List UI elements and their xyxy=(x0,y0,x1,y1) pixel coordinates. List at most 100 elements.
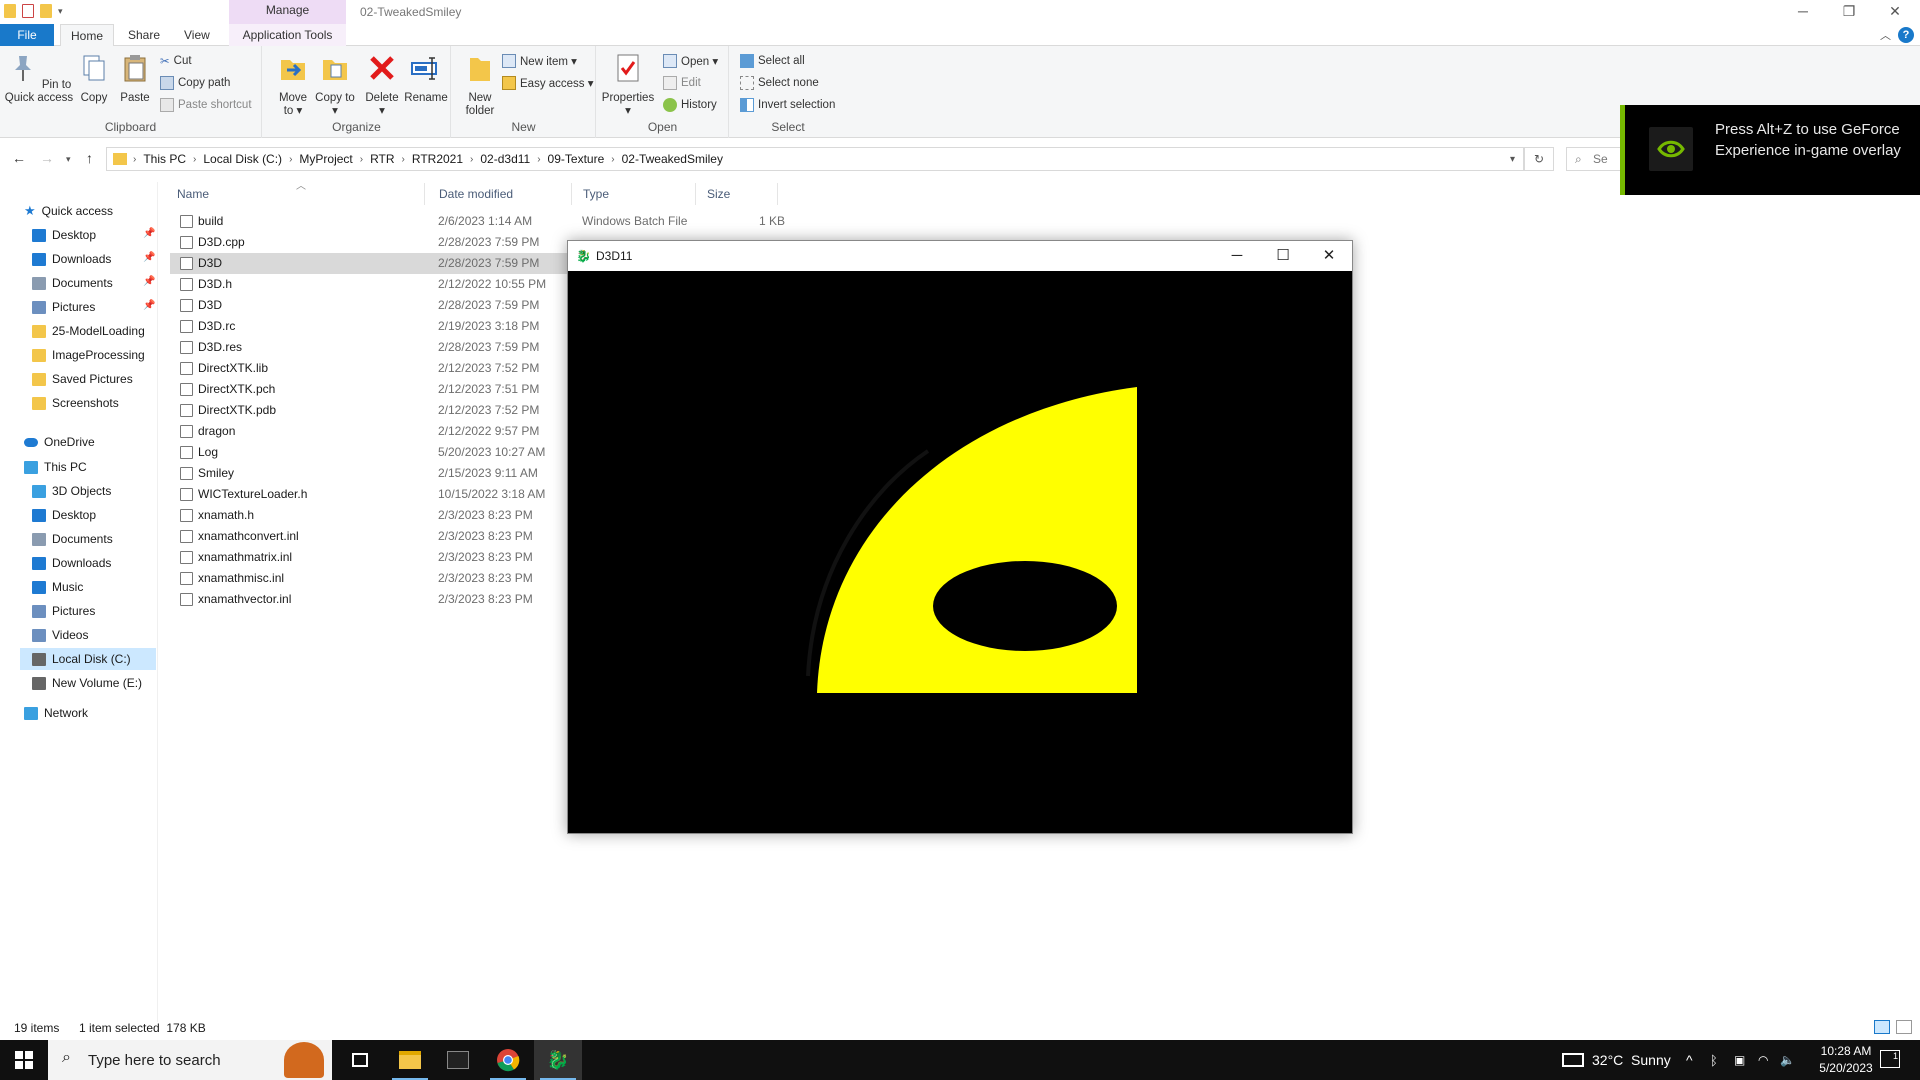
d3d11-maximize-button[interactable]: ☐ xyxy=(1260,241,1306,271)
column-name[interactable]: Name xyxy=(170,183,425,205)
d3d11-taskbar-button[interactable]: 🐉 xyxy=(534,1040,582,1080)
nav-quick-item[interactable]: Saved Pictures xyxy=(32,368,133,390)
pin-icon[interactable]: 📌 xyxy=(143,228,155,239)
nav-quick-item[interactable]: Desktop xyxy=(32,224,96,246)
task-view-button[interactable] xyxy=(336,1040,384,1080)
new-folder-button[interactable]: New folder xyxy=(458,52,502,118)
nav-pc-item[interactable]: 3D Objects xyxy=(32,480,111,502)
new-item-button[interactable]: New item ▾ xyxy=(502,52,577,70)
weather-widget[interactable]: 32°C Sunny xyxy=(1562,1040,1671,1080)
easy-access-button[interactable]: Easy access ▾ xyxy=(502,74,594,92)
history-button[interactable]: History xyxy=(663,96,717,114)
restore-button[interactable]: ❐ xyxy=(1826,0,1872,24)
d3d11-window[interactable]: 🐉 D3D11 ─ ☐ ✕ xyxy=(567,240,1353,834)
tab-file[interactable]: File xyxy=(0,24,54,46)
manage-context-tab[interactable]: Manage xyxy=(229,0,346,24)
terminal-taskbar-button[interactable] xyxy=(434,1040,482,1080)
close-button[interactable]: ✕ xyxy=(1872,0,1918,24)
nav-quick-item[interactable]: Documents xyxy=(32,272,113,294)
paste-shortcut-button[interactable]: Paste shortcut xyxy=(160,96,252,114)
file-explorer-taskbar-button[interactable] xyxy=(386,1040,434,1080)
nav-quick-item[interactable]: 25-ModelLoading xyxy=(32,320,145,342)
new-folder-qat-icon[interactable] xyxy=(40,4,52,18)
tab-application-tools[interactable]: Application Tools xyxy=(229,24,346,46)
select-none-button[interactable]: Select none xyxy=(740,74,819,92)
open-button[interactable]: Open ▾ xyxy=(663,52,718,70)
recent-locations-icon[interactable]: ▾ xyxy=(66,154,71,165)
breadcrumb-rtr2021[interactable]: RTR2021 xyxy=(407,152,468,166)
select-all-button[interactable]: Select all xyxy=(740,52,805,70)
taskbar-search-box[interactable]: ⌕ Type here to search xyxy=(48,1040,332,1080)
ribbon-collapse-icon[interactable]: ︿ xyxy=(1880,27,1891,43)
breadcrumb-02-d3d11[interactable]: 02-d3d11 xyxy=(475,152,535,166)
start-button[interactable] xyxy=(0,1040,48,1080)
nav-quick-item[interactable]: Downloads xyxy=(32,248,111,270)
tab-share[interactable]: Share xyxy=(118,24,170,46)
nav-pc-item[interactable]: Videos xyxy=(32,624,88,646)
delete-button[interactable]: Delete ▾ xyxy=(361,52,403,118)
pin-icon[interactable]: 📌 xyxy=(143,300,155,311)
pin-icon[interactable]: 📌 xyxy=(143,252,155,263)
clock[interactable]: 10:28 AM 5/20/2023 xyxy=(1812,1043,1880,1077)
details-view-icon[interactable] xyxy=(1874,1020,1890,1034)
large-icons-view-icon[interactable] xyxy=(1896,1020,1912,1034)
show-hidden-icons-button[interactable]: ^ xyxy=(1686,1040,1693,1080)
copy-to-button[interactable]: Copy to ▾ xyxy=(315,52,355,118)
nav-onedrive[interactable]: OneDrive xyxy=(24,431,95,453)
nav-this-pc[interactable]: This PC xyxy=(24,456,87,478)
file-row[interactable]: D3D 2/28/2023 7:59 PM xyxy=(170,253,570,274)
up-arrow-icon[interactable]: ↑ xyxy=(86,150,93,166)
nav-pc-item[interactable]: Documents xyxy=(32,528,113,550)
nav-quick-item[interactable]: Pictures xyxy=(32,296,95,318)
d3d11-titlebar[interactable]: 🐉 D3D11 ─ ☐ ✕ xyxy=(568,241,1352,271)
breadcrumb-rtr[interactable]: RTR xyxy=(365,152,399,166)
meet-now-icon[interactable]: ▣ xyxy=(1734,1040,1745,1080)
column-size[interactable]: Size xyxy=(700,183,778,205)
qat-dropdown-icon[interactable]: ▾ xyxy=(58,6,63,17)
nav-pc-item[interactable]: New Volume (E:) xyxy=(32,672,142,694)
nav-pc-item[interactable]: Downloads xyxy=(32,552,111,574)
cut-button[interactable]: ✂ Cut xyxy=(160,52,192,70)
nav-pc-item[interactable]: Music xyxy=(32,576,83,598)
copy-path-button[interactable]: Copy path xyxy=(160,74,230,92)
nav-pc-item[interactable]: Pictures xyxy=(32,600,95,622)
pin-quick-access-button[interactable]: Pin to Quick access xyxy=(4,52,74,105)
d3d11-close-button[interactable]: ✕ xyxy=(1306,241,1352,271)
column-date-modified[interactable]: Date modified xyxy=(432,183,572,205)
back-arrow-icon[interactable]: ← xyxy=(12,150,26,166)
forward-arrow-icon[interactable]: → xyxy=(40,150,54,166)
address-dropdown-icon[interactable]: ▾ xyxy=(1510,154,1515,165)
d3d11-minimize-button[interactable]: ─ xyxy=(1214,241,1260,271)
column-type[interactable]: Type xyxy=(576,183,696,205)
nav-quick-item[interactable]: ImageProcessing xyxy=(32,344,145,366)
nav-pc-item[interactable]: Local Disk (C:) xyxy=(20,648,156,670)
volume-icon[interactable]: 🔈 xyxy=(1780,1040,1795,1080)
pin-icon[interactable]: 📌 xyxy=(143,276,155,287)
help-icon[interactable]: ? xyxy=(1898,27,1914,43)
breadcrumb-02-tweakedsmiley[interactable]: 02-TweakedSmiley xyxy=(617,152,728,166)
address-bar[interactable]: › This PC › Local Disk (C:) › MyProject … xyxy=(106,147,1524,171)
breadcrumb-this-pc[interactable]: This PC xyxy=(138,152,191,166)
tab-home[interactable]: Home xyxy=(60,24,115,47)
properties-qat-icon[interactable] xyxy=(22,4,34,18)
minimize-button[interactable]: ─ xyxy=(1780,0,1826,24)
breadcrumb-myproject[interactable]: MyProject xyxy=(294,152,357,166)
file-row[interactable]: build 2/6/2023 1:14 AM Windows Batch File 1… xyxy=(170,211,790,232)
wifi-icon[interactable]: ◠ xyxy=(1758,1040,1768,1080)
paste-button[interactable]: Paste xyxy=(117,52,153,105)
breadcrumb-09-texture[interactable]: 09-Texture xyxy=(543,152,610,166)
nav-quick-item[interactable]: Screenshots xyxy=(32,392,119,414)
notifications-button[interactable]: 1 xyxy=(1880,1050,1900,1068)
copy-button[interactable]: Copy xyxy=(76,52,112,105)
bluetooth-icon[interactable]: ᛒ xyxy=(1710,1040,1718,1080)
d3d11-render-canvas[interactable] xyxy=(568,271,1352,833)
chrome-taskbar-button[interactable] xyxy=(484,1040,532,1080)
breadcrumb-local-disk[interactable]: Local Disk (C:) xyxy=(198,152,287,166)
tab-view[interactable]: View xyxy=(174,24,220,46)
move-to-button[interactable]: Move to ▾ xyxy=(273,52,313,118)
invert-selection-button[interactable]: Invert selection xyxy=(740,96,835,114)
edit-button[interactable]: Edit xyxy=(663,74,701,92)
nav-pc-item[interactable]: Desktop xyxy=(32,504,96,526)
properties-button[interactable]: Properties ▾ xyxy=(599,52,657,118)
nav-network[interactable]: Network xyxy=(24,702,88,724)
